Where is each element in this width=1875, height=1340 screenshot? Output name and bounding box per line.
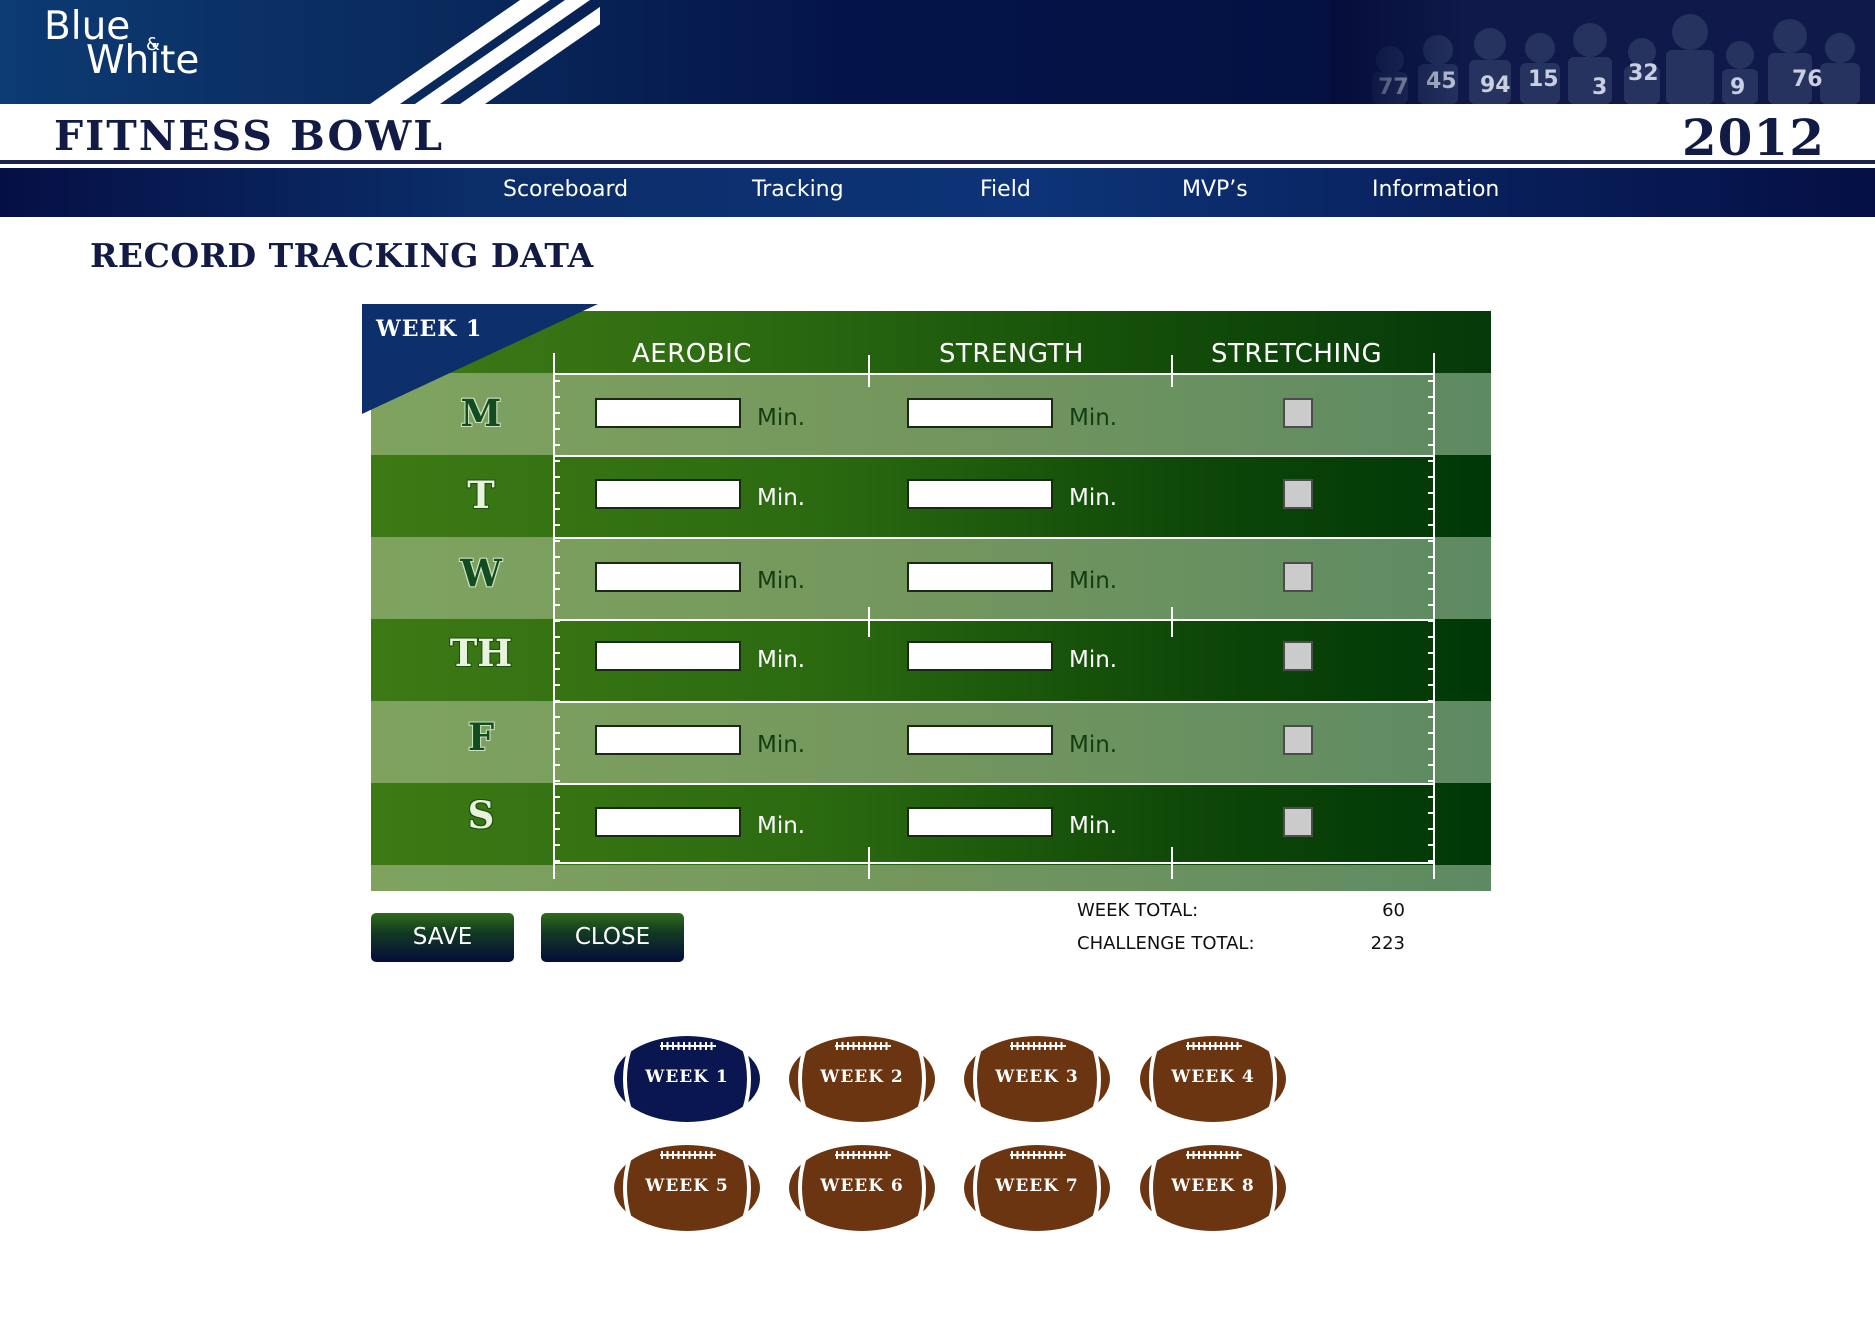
current-week-label: WEEK 1 xyxy=(376,316,483,342)
aerobic-unit-w: Min. xyxy=(757,568,806,594)
week-6-label: WEEK 6 xyxy=(820,1176,904,1196)
week-total-label: WEEK TOTAL: xyxy=(1077,900,1199,921)
aerobic-unit-th: Min. xyxy=(757,647,806,673)
week-5-label: WEEK 5 xyxy=(645,1176,729,1196)
aerobic-input-s[interactable] xyxy=(595,807,741,837)
aerobic-input-w[interactable] xyxy=(595,562,741,592)
strength-unit-m: Min. xyxy=(1069,405,1118,431)
aerobic-input-f[interactable] xyxy=(595,725,741,755)
strength-input-th[interactable] xyxy=(907,641,1053,671)
challenge-total-value: 223 xyxy=(1370,933,1405,954)
day-label-t: T xyxy=(467,473,495,517)
stretching-checkbox-th[interactable] xyxy=(1283,641,1313,671)
close-button[interactable]: CLOSE xyxy=(541,913,684,962)
col-aerobic: AEROBIC xyxy=(632,339,752,369)
nav-field[interactable]: Field xyxy=(980,177,1031,202)
aerobic-input-t[interactable] xyxy=(595,479,741,509)
week-1-label: WEEK 1 xyxy=(645,1067,729,1087)
aerobic-unit-f: Min. xyxy=(757,732,806,758)
nav-information[interactable]: Information xyxy=(1372,177,1499,202)
strength-input-w[interactable] xyxy=(907,562,1053,592)
nav-tracking[interactable]: Tracking xyxy=(752,177,844,202)
nav-scoreboard[interactable]: Scoreboard xyxy=(503,177,628,202)
week-6-football-button[interactable]: WEEK 6 xyxy=(787,1143,937,1233)
day-label-th: TH xyxy=(449,631,513,675)
logo-ampersand: & xyxy=(146,34,161,55)
header-banner: Blue & White 774594 1 xyxy=(0,0,1875,104)
strength-unit-w: Min. xyxy=(1069,568,1118,594)
week-2-label: WEEK 2 xyxy=(820,1067,904,1087)
week-7-label: WEEK 7 xyxy=(995,1176,1079,1196)
strength-unit-th: Min. xyxy=(1069,647,1118,673)
week-4-football-button[interactable]: WEEK 4 xyxy=(1138,1034,1288,1124)
week-8-football-button[interactable]: WEEK 8 xyxy=(1138,1143,1288,1233)
day-label-s: S xyxy=(467,793,495,837)
page-title: RECORD TRACKING DATA xyxy=(90,236,594,275)
strength-input-f[interactable] xyxy=(907,725,1053,755)
aerobic-unit-s: Min. xyxy=(757,813,806,839)
aerobic-input-m[interactable] xyxy=(595,398,741,428)
strength-unit-t: Min. xyxy=(1069,485,1118,511)
challenge-total-label: CHALLENGE TOTAL: xyxy=(1077,933,1255,954)
col-strength: STRENGTH xyxy=(939,339,1084,369)
site-year: 2012 xyxy=(1681,108,1825,167)
aerobic-unit-m: Min. xyxy=(757,405,806,431)
team-players-image: 774594 15332 976 xyxy=(1330,0,1875,104)
week-3-label: WEEK 3 xyxy=(995,1067,1079,1087)
week-5-football-button[interactable]: WEEK 5 xyxy=(612,1143,762,1233)
day-label-f: F xyxy=(467,715,495,759)
week-7-football-button[interactable]: WEEK 7 xyxy=(962,1143,1112,1233)
stretching-checkbox-s[interactable] xyxy=(1283,807,1313,837)
strength-unit-s: Min. xyxy=(1069,813,1118,839)
stretching-checkbox-w[interactable] xyxy=(1283,562,1313,592)
nav-mvps[interactable]: MVP’s xyxy=(1182,177,1248,202)
week-total-value: 60 xyxy=(1382,900,1405,921)
stretching-checkbox-m[interactable] xyxy=(1283,398,1313,428)
site-title: FITNESS BOWL xyxy=(54,112,445,160)
blue-white-logo: Blue & White xyxy=(44,7,200,83)
strength-input-s[interactable] xyxy=(907,807,1053,837)
save-button[interactable]: SAVE xyxy=(371,913,514,962)
aerobic-unit-t: Min. xyxy=(757,485,806,511)
banner-stripes xyxy=(370,0,600,104)
title-bar: FITNESS BOWL 2012 xyxy=(0,104,1875,167)
week-2-football-button[interactable]: WEEK 2 xyxy=(787,1034,937,1124)
strength-input-t[interactable] xyxy=(907,479,1053,509)
week-3-football-button[interactable]: WEEK 3 xyxy=(962,1034,1112,1124)
strength-input-m[interactable] xyxy=(907,398,1053,428)
logo-line2: White xyxy=(86,38,200,83)
col-stretching: STRETCHING xyxy=(1211,339,1383,369)
main-nav: Scoreboard Tracking Field MVP’s Informat… xyxy=(0,168,1875,217)
strength-unit-f: Min. xyxy=(1069,732,1118,758)
aerobic-input-th[interactable] xyxy=(595,641,741,671)
week-8-label: WEEK 8 xyxy=(1171,1176,1255,1196)
stretching-checkbox-t[interactable] xyxy=(1283,479,1313,509)
week-1-football-button[interactable]: WEEK 1 xyxy=(612,1034,762,1124)
day-label-w: W xyxy=(460,551,502,595)
week-4-label: WEEK 4 xyxy=(1171,1067,1255,1087)
stretching-checkbox-f[interactable] xyxy=(1283,725,1313,755)
